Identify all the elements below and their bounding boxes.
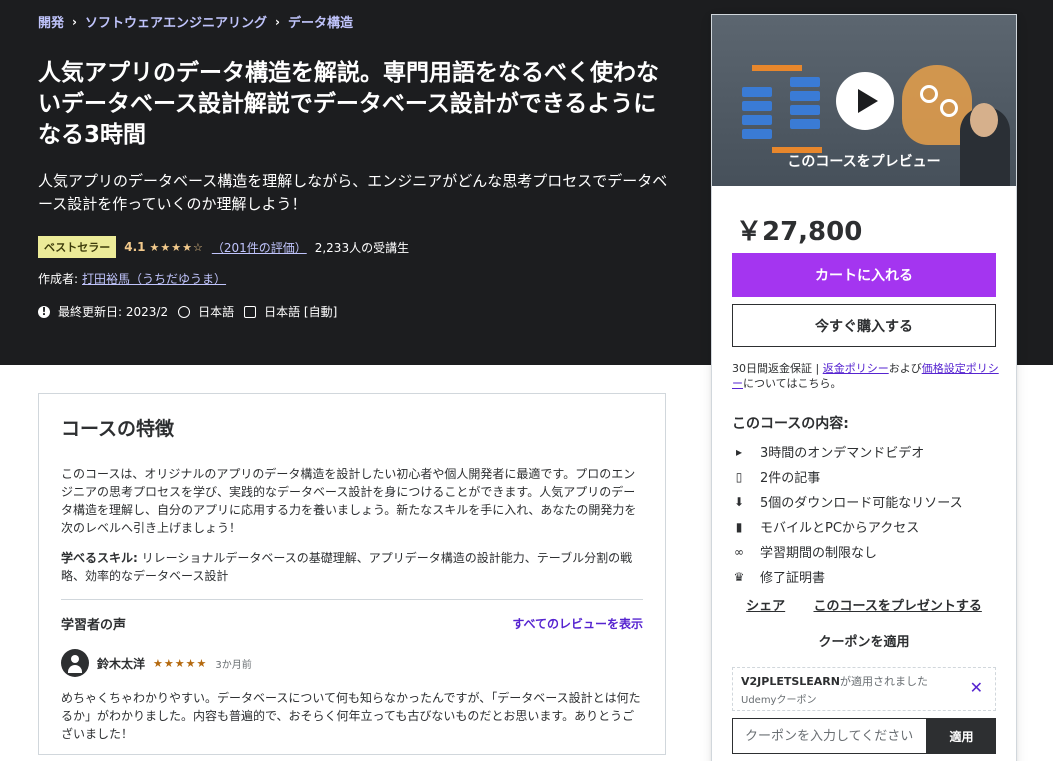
close-icon[interactable]: ✕ (970, 678, 983, 697)
gear-icon (920, 85, 938, 103)
preview-label: このコースをプレビュー (787, 154, 941, 170)
video-icon: ▸ (735, 444, 743, 459)
reviews-header: 学習者の声 すべてのレビューを表示 (61, 614, 643, 633)
trophy-icon: ♛ (733, 569, 745, 584)
globe-icon (178, 305, 191, 318)
include-item: ▮ モバイルとPCからアクセス (732, 514, 963, 539)
include-item: ♛ 修了証明書 (732, 564, 963, 589)
include-label: 修了証明書 (760, 571, 826, 586)
course-title: 人気アプリのデータ構造を解説。専門用語をなるべく使わないデータベース設計解説でデ… (38, 60, 659, 148)
chevron-right-icon: › (72, 14, 77, 29)
divider (61, 599, 643, 600)
include-label: 2件の記事 (760, 471, 821, 486)
server-illustration (790, 77, 820, 137)
review-time: 3か月前 (215, 659, 252, 671)
alert-icon: ! (38, 305, 50, 318)
bestseller-badge: ベストセラー (38, 236, 117, 258)
play-icon (858, 89, 878, 113)
breadcrumb-item-data-structures[interactable]: データ構造 (288, 12, 353, 31)
chevron-right-icon: › (274, 14, 280, 29)
file-icon: ▯ (735, 469, 743, 484)
reviewer-name: 鈴木太洋 (97, 656, 146, 671)
skills-label: 学べるスキル: (61, 551, 138, 565)
include-label: モバイルとPCからアクセス (760, 521, 920, 536)
gift-course-button[interactable]: このコースをプレゼントする (813, 595, 981, 614)
breadcrumb-item-development[interactable]: 開発 (38, 12, 64, 31)
last-updated: 最終更新日: 2023/2 (58, 305, 169, 319)
course-features-card: コースの特徴 このコースは、オリジナルのアプリのデータ構造を設計したい初心者や個… (38, 393, 666, 755)
course-captions: 日本語 [自動] (264, 305, 338, 319)
apply-coupon-button[interactable]: クーポンを適用 (712, 631, 1016, 650)
coupon-input[interactable] (732, 718, 927, 754)
applied-coupon: V2JPLETSLEARNが適用されました Udemyクーポン ✕ (732, 667, 996, 711)
all-reviews-link[interactable]: すべてのレビューを表示 (512, 615, 643, 632)
course-subtitle: 人気アプリのデータベース構造を理解しながら、エンジニアがどんな思考プロセスでデー… (38, 172, 668, 213)
refund-policy-link[interactable]: 返金ポリシー (823, 362, 889, 375)
include-label: 5個のダウンロード可能なリソース (760, 496, 963, 511)
apply-button[interactable]: 適用 (927, 718, 996, 754)
include-label: 3時間のオンデマンドビデオ (760, 446, 925, 461)
refund-suffix: についてはこちら。 (743, 377, 842, 390)
server-illustration (742, 87, 772, 147)
instructor-face-illustration (970, 103, 998, 137)
rating-count-link[interactable]: （201件の評価） (212, 239, 307, 256)
rating-row: ベストセラー 4.1 ★★★★☆ （201件の評価） 2,233人の受講生 (38, 236, 409, 258)
include-item: ▸ 3時間のオンデマンドビデオ (732, 439, 963, 464)
captions-icon (244, 305, 257, 318)
user-avatar-icon (61, 649, 89, 677)
include-item: ▯ 2件の記事 (732, 464, 963, 489)
purchase-sidebar: このコースをプレビュー ￥27,800 カートに入れる 今すぐ購入する 30日間… (711, 14, 1017, 761)
include-label: 学習期間の制限なし (760, 546, 878, 561)
refund-guarantee: 30日間返金保証 | (732, 362, 823, 375)
meta-row: ! 最終更新日: 2023/2 日本語 日本語 [自動] (38, 303, 347, 320)
include-item: ⬇ 5個のダウンロード可能なリソース (732, 489, 963, 514)
play-button[interactable] (836, 72, 894, 130)
arrow-illustration (752, 65, 802, 71)
review-text: めちゃくちゃわかりやすい。データベースについて何も知らなかったんですが、「データ… (61, 691, 641, 741)
coupon-source: Udemyクーポン (741, 695, 817, 706)
review-stars-icon: ★★★★★ (153, 656, 208, 670)
students-count: 2,233人の受講生 (314, 240, 410, 255)
breadcrumb-item-software-engineering[interactable]: ソフトウェアエンジニアリング (85, 12, 267, 31)
include-item: ∞ 学習期間の制限なし (732, 539, 963, 564)
refund-and: および (888, 362, 922, 375)
rating-value: 4.1 (124, 240, 146, 254)
skills-list: リレーショナルデータベースの基礎理解、アプリデータ構造の設計能力、テーブル分割の… (61, 551, 633, 583)
includes-title: このコースの内容: (732, 416, 849, 432)
author-row: 作成者: 打田裕馬（うちだゆうま） (38, 270, 226, 287)
rating-stars-icon: ★★★★☆ (149, 240, 204, 254)
share-row: シェア このコースをプレゼントする (732, 595, 996, 614)
features-title: コースの特徴 (61, 418, 175, 440)
skills-text: 学べるスキル: リレーショナルデータベースの基礎理解、アプリデータ構造の設計能力… (61, 549, 643, 585)
gear-icon (940, 99, 958, 117)
author-link[interactable]: 打田裕馬（うちだゆうま） (82, 272, 226, 286)
buy-now-button[interactable]: 今すぐ購入する (732, 304, 996, 347)
features-description: このコースは、オリジナルのアプリのデータ構造を設計したい初心者や個人開発者に最適… (61, 467, 637, 535)
coupon-code: V2JPLETSLEARN (741, 675, 840, 688)
reviews-title: 学習者の声 (61, 618, 127, 633)
includes-list: ▸ 3時間のオンデマンドビデオ ▯ 2件の記事 ⬇ 5個のダウンロード可能なリソース … (732, 439, 963, 589)
infinity-icon: ∞ (734, 544, 744, 559)
coupon-applied-text: が適用されました (839, 675, 928, 688)
price: ￥27,800 (736, 217, 863, 247)
breadcrumb: 開発 › ソフトウェアエンジニアリング › データ構造 (38, 12, 353, 32)
add-to-cart-button[interactable]: カートに入れる (732, 253, 996, 297)
mobile-icon: ▮ (735, 519, 743, 534)
author-label: 作成者: (38, 272, 79, 286)
course-language: 日本語 (198, 305, 235, 319)
reviewer: 鈴木太洋 ★★★★★ 3か月前 (61, 649, 643, 677)
download-icon: ⬇ (733, 494, 745, 509)
course-preview[interactable]: このコースをプレビュー (712, 15, 1016, 186)
share-button[interactable]: シェア (746, 595, 785, 614)
refund-policy-text: 30日間返金保証 | 返金ポリシーおよび価格設定ポリシーについてはこちら。 (732, 361, 1002, 391)
